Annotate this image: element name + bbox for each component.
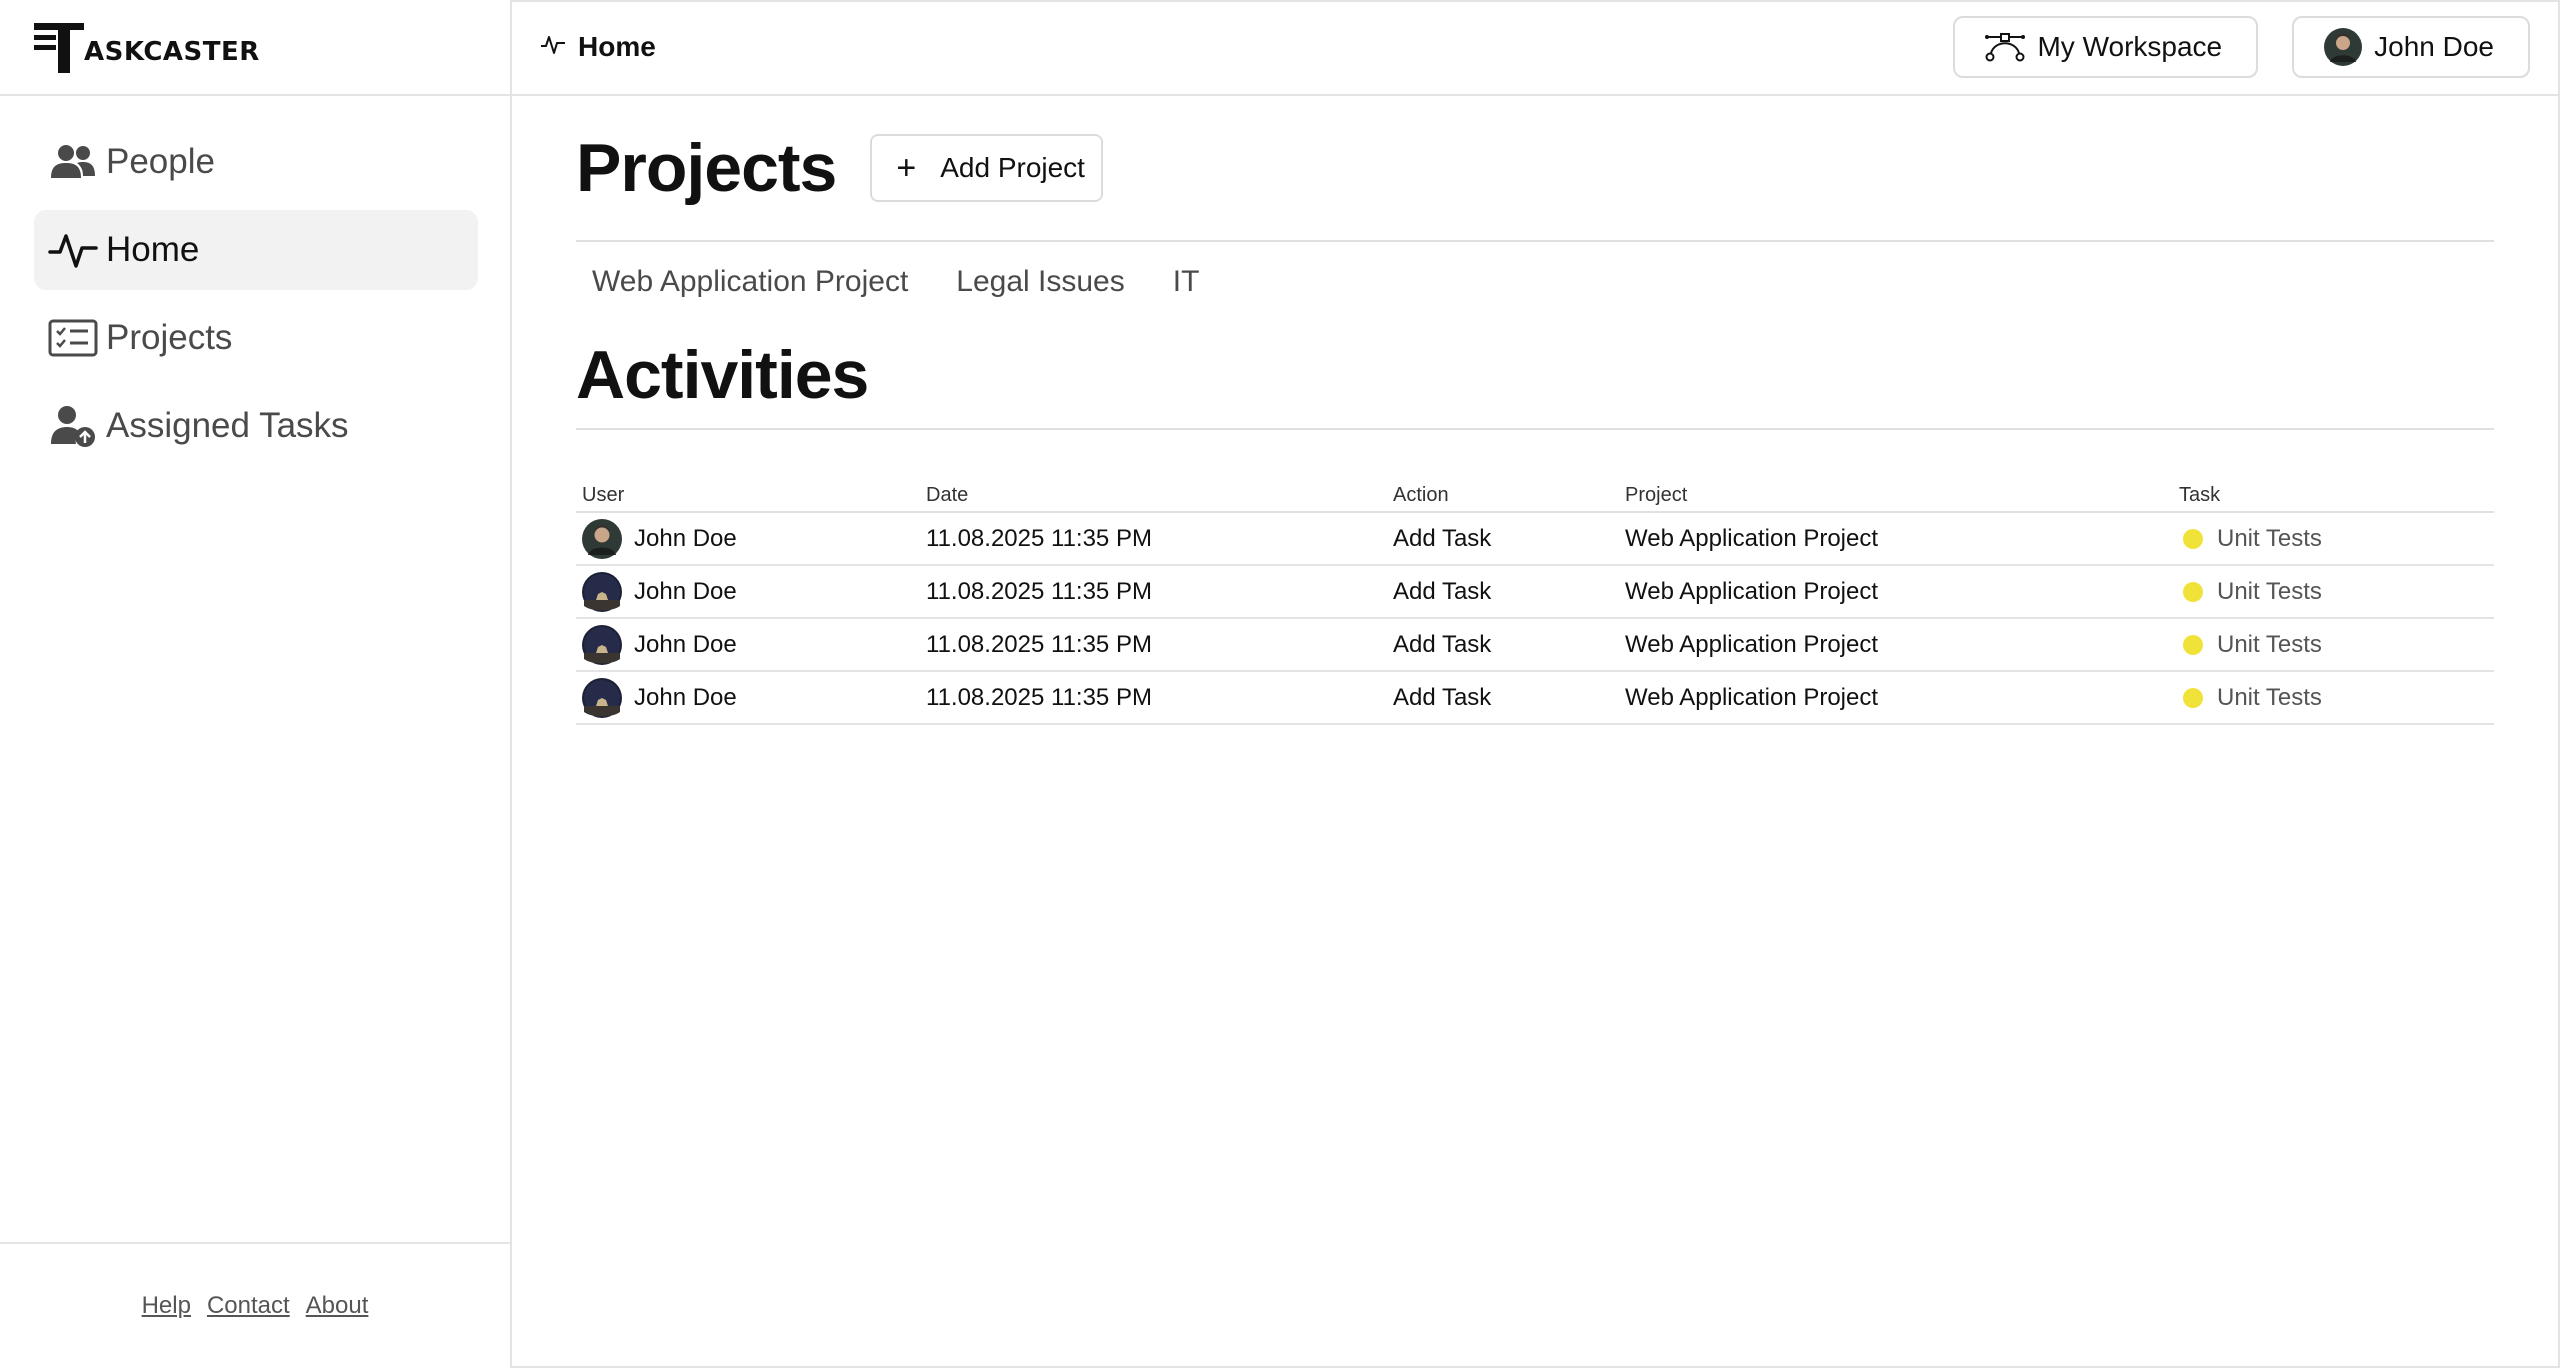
sidebar-item-label: Assigned Tasks bbox=[106, 406, 349, 445]
column-header-action: Action bbox=[1387, 478, 1619, 513]
date-cell: 11.08.2025 11:35 PM bbox=[920, 565, 1387, 619]
table-row[interactable]: John Doe 11.08.2025 11:35 PM Add Task We… bbox=[576, 618, 2494, 672]
project-cell: Web Application Project bbox=[1619, 618, 2173, 672]
logo-text: ASKCASTER bbox=[84, 37, 260, 67]
add-project-label: Add Project bbox=[940, 152, 1085, 183]
avatar bbox=[582, 677, 622, 718]
workspace-button-label: My Workspace bbox=[2037, 31, 2223, 62]
project-tabs: Web Application Project Legal Issues IT bbox=[576, 242, 2494, 322]
header-actions: My Workspace John Doe bbox=[1953, 16, 2530, 78]
about-link[interactable]: About bbox=[306, 1292, 369, 1320]
sidebar-nav: People Home Projects Assigned Tasks bbox=[0, 96, 510, 466]
contact-link[interactable]: Contact bbox=[207, 1292, 290, 1320]
plus-icon: + bbox=[896, 149, 917, 187]
task-cell: Unit Tests bbox=[2173, 671, 2494, 725]
table-header-row: User Date Action Project Task bbox=[576, 478, 2494, 513]
add-project-button[interactable]: + Add Project bbox=[870, 134, 1103, 202]
user-cell: John Doe bbox=[576, 618, 920, 672]
table-row[interactable]: John Doe 11.08.2025 11:35 PM Add Task We… bbox=[576, 565, 2494, 619]
workspace-button[interactable]: My Workspace bbox=[1953, 16, 2259, 78]
action-cell: Add Task bbox=[1387, 618, 1619, 672]
column-header-date: Date bbox=[920, 478, 1387, 513]
status-dot-icon bbox=[2183, 634, 2203, 655]
user-cell: John Doe bbox=[576, 565, 920, 619]
sidebar: ASKCASTER People Home Projects Assigned … bbox=[0, 0, 512, 1368]
top-header: Home My Workspace John Doe bbox=[512, 0, 2560, 96]
user-cell: John Doe bbox=[576, 671, 920, 725]
task-cell: Unit Tests bbox=[2173, 512, 2494, 566]
avatar bbox=[2324, 28, 2363, 66]
project-cell: Web Application Project bbox=[1619, 565, 2173, 619]
task-name[interactable]: Unit Tests bbox=[2217, 525, 2322, 553]
date-cell: 11.08.2025 11:35 PM bbox=[920, 671, 1387, 725]
sidebar-item-people[interactable]: People bbox=[34, 122, 478, 202]
logo[interactable]: ASKCASTER bbox=[32, 21, 260, 73]
logo-bar: ASKCASTER bbox=[0, 0, 510, 96]
activities-table: User Date Action Project Task John Doe 1… bbox=[576, 478, 2494, 725]
action-cell: Add Task bbox=[1387, 565, 1619, 619]
activity-icon bbox=[48, 225, 98, 275]
user-name: John Doe bbox=[634, 683, 737, 711]
status-dot-icon bbox=[2183, 687, 2203, 708]
activity-icon bbox=[540, 34, 566, 61]
status-dot-icon bbox=[2183, 581, 2203, 602]
avatar bbox=[582, 518, 622, 559]
user-menu-button[interactable]: John Doe bbox=[2292, 16, 2530, 78]
task-cell: Unit Tests bbox=[2173, 618, 2494, 672]
sidebar-item-label: Projects bbox=[106, 318, 233, 357]
task-name[interactable]: Unit Tests bbox=[2217, 578, 2322, 606]
sidebar-item-home[interactable]: Home bbox=[34, 210, 478, 290]
column-header-task: Task bbox=[2173, 478, 2494, 513]
breadcrumb-label: Home bbox=[578, 31, 656, 62]
tab-legal-issues[interactable]: Legal Issues bbox=[956, 265, 1124, 299]
checklist-icon bbox=[48, 313, 98, 363]
status-dot-icon bbox=[2183, 528, 2203, 549]
logo-mark-icon bbox=[32, 21, 84, 73]
user-cell: John Doe bbox=[576, 512, 920, 566]
projects-title: Projects bbox=[576, 130, 837, 206]
user-assigned-icon bbox=[48, 401, 98, 451]
tab-it[interactable]: IT bbox=[1173, 265, 1200, 299]
column-header-user: User bbox=[576, 478, 920, 513]
date-cell: 11.08.2025 11:35 PM bbox=[920, 512, 1387, 566]
projects-header: Projects + Add Project bbox=[576, 96, 2494, 242]
people-icon bbox=[48, 137, 98, 187]
sidebar-item-projects[interactable]: Projects bbox=[34, 298, 478, 378]
task-cell: Unit Tests bbox=[2173, 565, 2494, 619]
table-row[interactable]: John Doe 11.08.2025 11:35 PM Add Task We… bbox=[576, 671, 2494, 725]
date-cell: 11.08.2025 11:35 PM bbox=[920, 618, 1387, 672]
sidebar-item-label: Home bbox=[106, 230, 200, 269]
column-header-project: Project bbox=[1619, 478, 2173, 513]
help-link[interactable]: Help bbox=[142, 1292, 191, 1320]
bezier-curve-icon bbox=[1985, 32, 2026, 62]
sidebar-item-assigned-tasks[interactable]: Assigned Tasks bbox=[34, 386, 478, 466]
user-name: John Doe bbox=[634, 524, 737, 552]
task-name[interactable]: Unit Tests bbox=[2217, 684, 2322, 712]
main-content: Projects + Add Project Web Application P… bbox=[576, 96, 2494, 725]
breadcrumb: Home bbox=[540, 31, 656, 63]
avatar bbox=[582, 571, 622, 612]
user-name: John Doe bbox=[634, 577, 737, 605]
sidebar-item-label: People bbox=[106, 142, 215, 181]
avatar bbox=[582, 624, 622, 665]
task-name[interactable]: Unit Tests bbox=[2217, 631, 2322, 659]
user-name: John Doe bbox=[634, 630, 737, 658]
tab-web-application-project[interactable]: Web Application Project bbox=[592, 265, 908, 299]
sidebar-footer: Help Contact About bbox=[0, 1242, 510, 1368]
user-menu-label: John Doe bbox=[2374, 31, 2494, 62]
project-cell: Web Application Project bbox=[1619, 512, 2173, 566]
activities-title: Activities bbox=[576, 322, 2494, 430]
action-cell: Add Task bbox=[1387, 671, 1619, 725]
table-row[interactable]: John Doe 11.08.2025 11:35 PM Add Task We… bbox=[576, 512, 2494, 566]
action-cell: Add Task bbox=[1387, 512, 1619, 566]
project-cell: Web Application Project bbox=[1619, 671, 2173, 725]
